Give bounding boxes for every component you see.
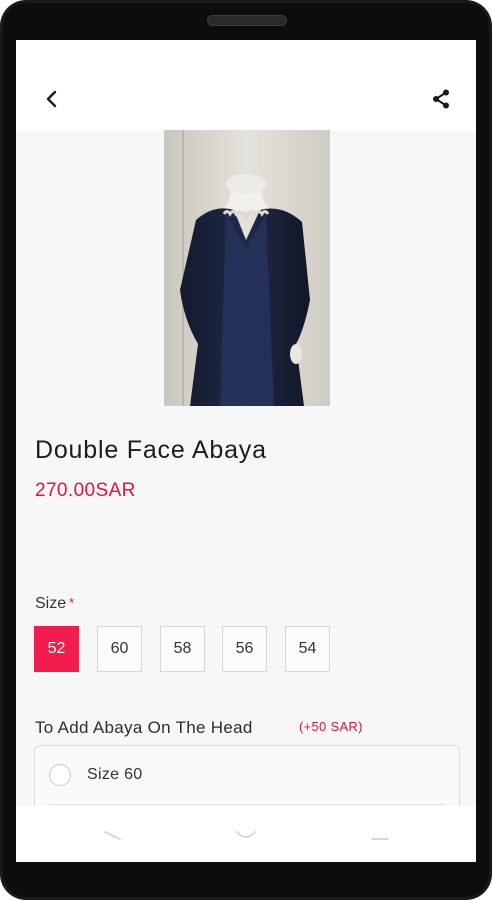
addon-option-size-60[interactable]: Size 60	[35, 746, 459, 804]
size-label: Size *	[35, 595, 74, 613]
radio-button[interactable]	[49, 764, 71, 786]
product-title: Double Face Abaya	[35, 436, 267, 464]
nav-back-icon[interactable]	[102, 828, 126, 842]
back-chevron-icon	[46, 90, 57, 108]
system-nav-bar	[16, 806, 476, 862]
size-option-52[interactable]: 52	[34, 626, 79, 672]
share-button[interactable]	[427, 85, 455, 113]
size-label-text: Size	[35, 595, 67, 612]
addon-price: (+50 SAR)	[299, 719, 363, 734]
product-image[interactable]	[164, 130, 330, 406]
addon-label: To Add Abaya On The Head	[35, 718, 253, 737]
nav-recents-icon[interactable]	[368, 828, 392, 842]
product-price: 270.00SAR	[35, 480, 136, 501]
nav-home-icon[interactable]	[234, 828, 258, 842]
size-option-54[interactable]: 54	[285, 626, 330, 672]
required-marker: *	[69, 595, 75, 610]
app-screen: Double Face Abaya 270.00SAR Size * 52 60 …	[16, 40, 476, 862]
abaya-photo	[164, 130, 330, 406]
top-bar	[16, 40, 476, 131]
option-divider	[49, 804, 445, 805]
device-frame: Double Face Abaya 270.00SAR Size * 52 60 …	[0, 0, 492, 900]
back-button[interactable]	[38, 85, 66, 113]
size-option-56[interactable]: 56	[222, 626, 267, 672]
size-option-58[interactable]: 58	[160, 626, 205, 672]
size-option-60[interactable]: 60	[97, 626, 142, 672]
speaker-grille	[207, 15, 287, 26]
addon-option-label: Size 60	[87, 766, 143, 783]
share-icon	[433, 89, 449, 109]
